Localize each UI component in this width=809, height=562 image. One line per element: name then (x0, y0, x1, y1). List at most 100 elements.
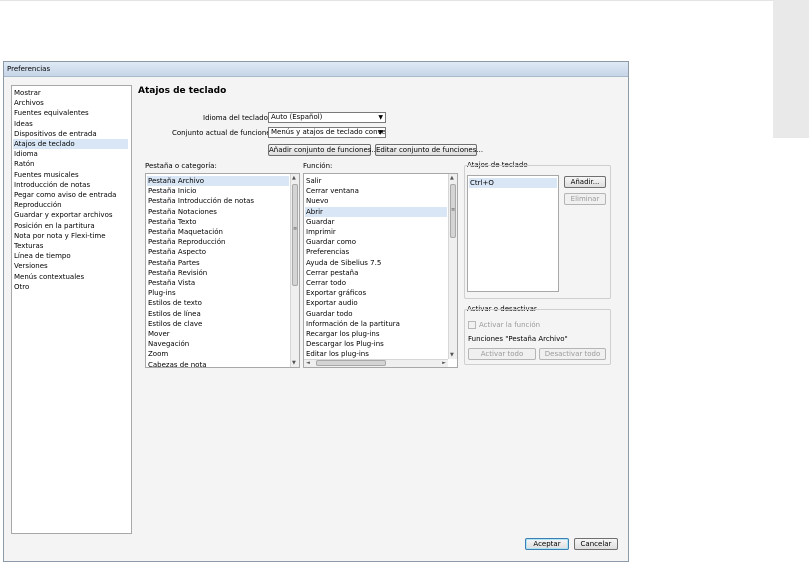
category-item[interactable]: Posición en la partitura (14, 221, 95, 231)
feature-set-value: Menús y atajos de teclado conver (271, 128, 386, 136)
activate-function-label: Activar la función (479, 321, 541, 329)
dropdown-arrow-icon: ▼ (378, 114, 383, 121)
activate-function-checkbox[interactable] (468, 321, 476, 329)
title-bar: Preferencias (4, 62, 628, 77)
add-shortcut-button[interactable]: Añadir... (564, 176, 606, 188)
function-item[interactable]: Descargar los Plug-ins (306, 339, 384, 349)
function-item[interactable]: Exportar audio (306, 298, 358, 308)
category-item[interactable]: Línea de tiempo (14, 251, 71, 261)
category-item[interactable]: Reproducción (14, 200, 62, 210)
function-list-scrollbar[interactable]: ▲ ≡ ▼ (448, 174, 457, 359)
page-top-line (0, 0, 809, 1)
category-item[interactable]: Fuentes musicales (14, 170, 79, 180)
function-item[interactable]: Cerrar ventana (306, 186, 359, 196)
add-feature-set-button[interactable]: Añadir conjunto de funciones... (268, 144, 378, 156)
function-item[interactable]: Preferencias (306, 247, 349, 257)
function-item[interactable]: Cerrar todo (306, 278, 346, 288)
category-list[interactable]: Otro Menús contextuales Versiones Línea de … (11, 85, 132, 534)
function-item[interactable]: Guardar como (306, 237, 356, 247)
function-item[interactable]: Guardar todo (306, 309, 353, 319)
scroll-grip-icon: ≡ (451, 207, 456, 213)
feature-set-select[interactable]: Menús y atajos de teclado conver ▼ (268, 127, 386, 138)
window-title: Preferencias (7, 65, 51, 73)
function-list-hscrollbar[interactable]: ◄ ► (304, 359, 448, 367)
tab-category-item[interactable]: Cabezas de nota (148, 360, 207, 367)
tab-list-scrollbar[interactable]: ▲ ≡ ▼ (290, 174, 299, 367)
preferences-dialog: Preferencias Otro Menús contextuales Versi… (3, 61, 629, 562)
tab-category-item[interactable]: Pestaña Vista (148, 278, 195, 288)
category-item[interactable]: Atajos de teclado (13, 139, 128, 149)
category-item[interactable]: Introducción de notas (14, 180, 90, 190)
category-item[interactable]: Texturas (14, 241, 43, 251)
scroll-down-icon[interactable]: ▼ (292, 360, 296, 366)
scroll-grip-icon: ≡ (293, 226, 298, 232)
tab-category-item[interactable]: Navegación (148, 339, 189, 349)
tab-category-label: Pestaña o categoría: (145, 162, 217, 170)
tab-category-item[interactable]: Pestaña Revisión (148, 268, 207, 278)
tab-category-item[interactable]: Pestaña Notaciones (148, 207, 217, 217)
function-item[interactable]: Ayuda de Sibelius 7.5 (306, 258, 381, 268)
scroll-down-icon[interactable]: ▼ (450, 352, 454, 358)
edit-feature-set-button[interactable]: Editar conjunto de funciones... (375, 144, 483, 156)
tab-category-item[interactable]: Pestaña Reproducción (148, 237, 225, 247)
scroll-left-icon[interactable]: ◄ (306, 360, 310, 366)
tab-category-item[interactable]: Pestaña Inicio (148, 186, 196, 196)
category-item[interactable]: Menús contextuales (14, 272, 84, 282)
tab-category-item[interactable]: Estilos de clave (148, 319, 202, 329)
category-item[interactable]: Versiones (14, 261, 48, 271)
dropdown-arrow-icon: ▼ (378, 129, 383, 136)
function-item[interactable]: Salir (306, 176, 322, 186)
tab-category-item[interactable]: Pestaña Texto (148, 217, 196, 227)
deactivate-all-button[interactable]: Desactivar todo (539, 348, 606, 360)
function-item[interactable]: Guardar (306, 217, 335, 227)
cancel-button[interactable]: Cancelar (574, 538, 618, 550)
category-item[interactable]: Mostrar (14, 88, 41, 98)
category-item[interactable]: Nota por nota y Flexi-time (14, 231, 106, 241)
functions-scope-label: Funciones "Pestaña Archivo" (468, 335, 568, 343)
ok-button[interactable]: Aceptar (525, 538, 569, 550)
scroll-right-icon[interactable]: ► (442, 360, 446, 366)
keyboard-language-select[interactable]: Auto (Español) ▼ (268, 112, 386, 123)
category-item[interactable]: Pegar como aviso de entrada (14, 190, 116, 200)
function-item[interactable]: Imprimir (306, 227, 336, 237)
category-item[interactable]: Fuentes equivalentes (14, 108, 89, 118)
function-item[interactable]: Cerrar pestaña (306, 268, 358, 278)
hscroll-thumb[interactable] (316, 360, 386, 366)
function-item[interactable]: Información de la partitura (306, 319, 400, 329)
category-item[interactable]: Guardar y exportar archivos (14, 210, 113, 220)
function-item[interactable]: Abrir (305, 206, 447, 217)
function-label: Función: (303, 162, 333, 170)
tab-category-item[interactable]: Mover (148, 329, 170, 339)
feature-set-label: Conjunto actual de funciones: (172, 129, 277, 137)
tab-category-item[interactable]: Pestaña Archivo (147, 176, 289, 186)
function-item[interactable]: Editar los plug-ins (306, 349, 369, 359)
tab-category-item[interactable]: Pestaña Partes (148, 258, 200, 268)
tab-category-item[interactable]: Pestaña Introducción de notas (148, 196, 254, 206)
category-item[interactable]: Dispositivos de entrada (14, 129, 97, 139)
tab-category-item[interactable]: Pestaña Aspecto (148, 247, 206, 257)
tab-category-item[interactable]: Zoom (148, 349, 168, 359)
category-item[interactable]: Ideas (14, 119, 33, 129)
shortcut-item[interactable]: Ctrl+O (469, 178, 557, 188)
category-item[interactable]: Otro (14, 282, 29, 292)
tab-category-item[interactable]: Pestaña Maquetación (148, 227, 223, 237)
function-item[interactable]: Nuevo (306, 196, 328, 206)
category-item[interactable]: Archivos (14, 98, 44, 108)
scroll-thumb[interactable] (292, 184, 298, 286)
function-list[interactable]: Editar los plug-ins Descargar los Plug-in… (303, 173, 458, 368)
function-item[interactable]: Exportar gráficos (306, 288, 366, 298)
tab-category-item[interactable]: Estilos de línea (148, 309, 201, 319)
side-tab-panel (773, 0, 809, 138)
tab-category-list[interactable]: Cabezas de nota Zoom Navegación Mover Estilo… (145, 173, 300, 368)
scroll-up-icon[interactable]: ▲ (450, 175, 454, 181)
page-title: Atajos de teclado (138, 86, 227, 96)
tab-category-item[interactable]: Estilos de texto (148, 298, 202, 308)
tab-category-item[interactable]: Plug-ins (148, 288, 176, 298)
activate-all-button[interactable]: Activar todo (468, 348, 536, 360)
shortcuts-list[interactable]: Ctrl+O (467, 175, 559, 292)
category-item[interactable]: Idioma (14, 149, 38, 159)
scroll-up-icon[interactable]: ▲ (292, 175, 296, 181)
delete-shortcut-button[interactable]: Eliminar (564, 193, 606, 205)
function-item[interactable]: Recargar los plug-ins (306, 329, 380, 339)
category-item[interactable]: Ratón (14, 159, 34, 169)
